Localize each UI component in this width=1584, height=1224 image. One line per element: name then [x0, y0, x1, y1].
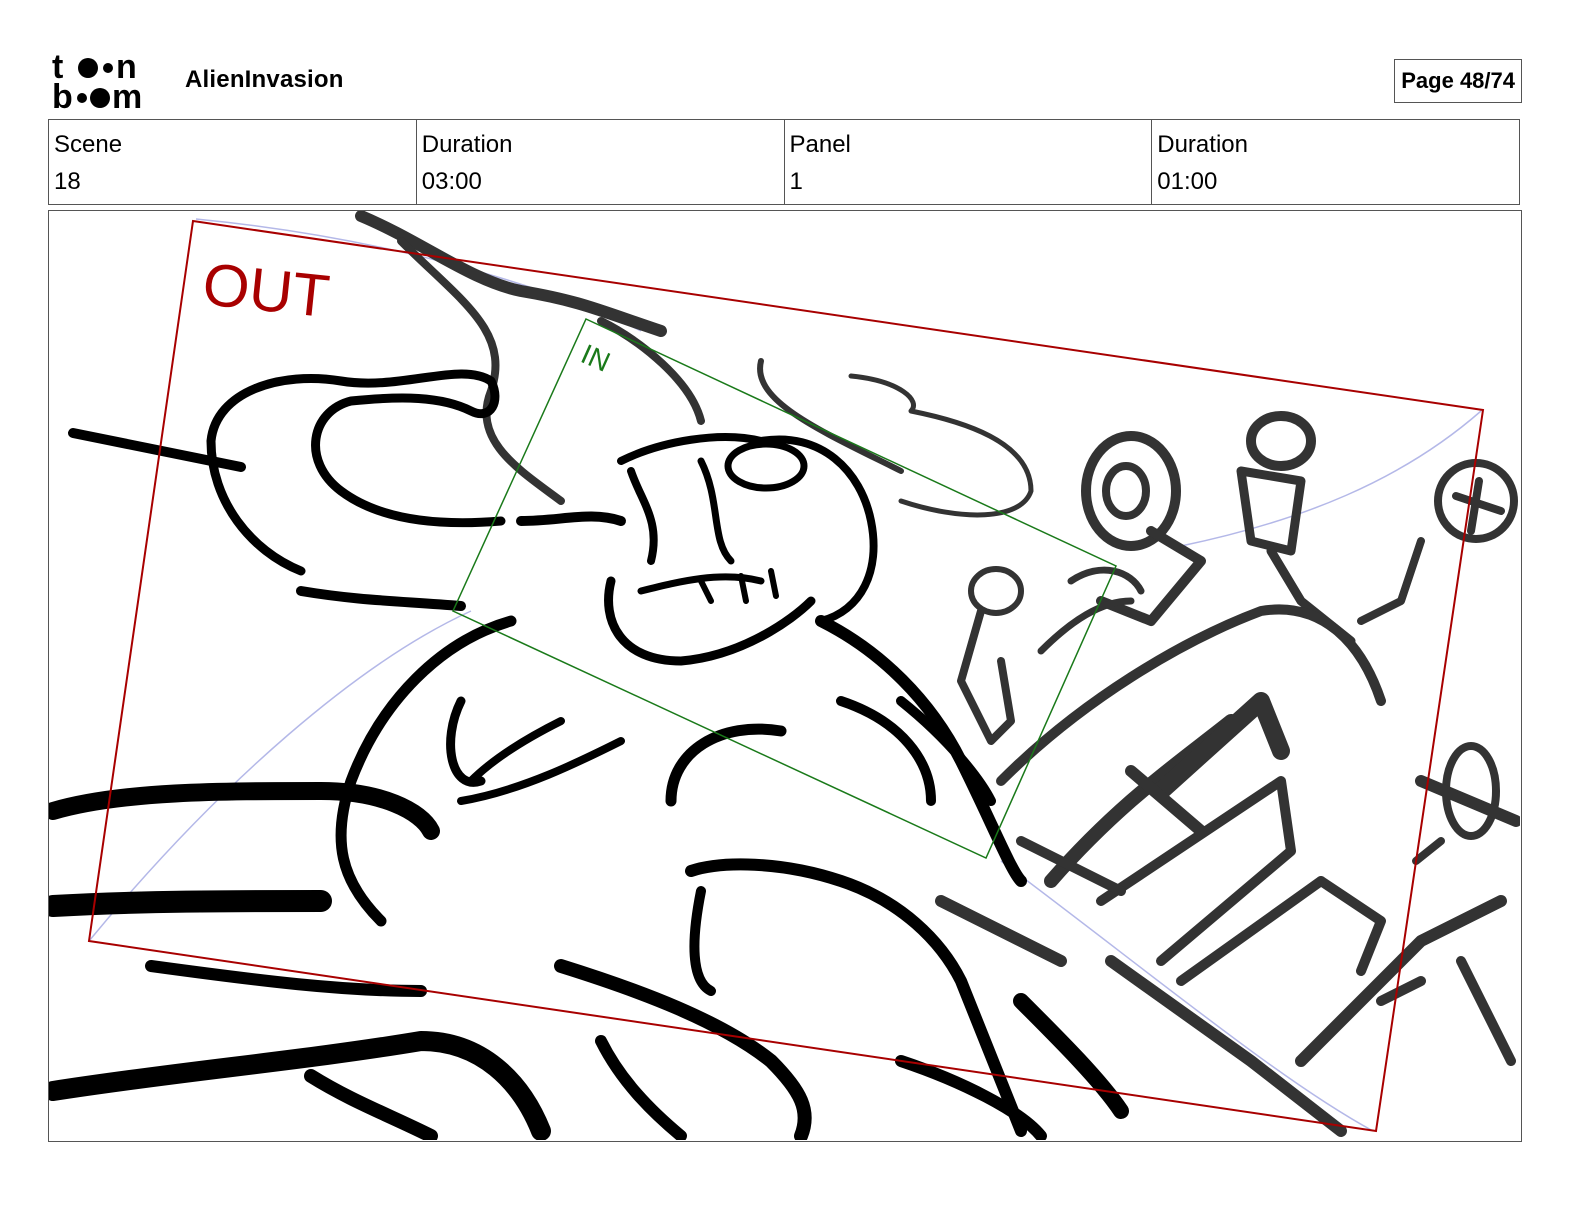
panel-sketch: IN OUT	[49, 211, 1520, 1140]
panel-duration-cell: Duration 01:00	[1152, 120, 1519, 204]
svg-text:m: m	[112, 78, 142, 110]
page-indicator: Page 48/74	[1394, 59, 1522, 103]
panel-cell: Panel 1	[785, 120, 1153, 204]
panel-duration-label: Duration	[1157, 131, 1248, 158]
foreground-sketch	[49, 369, 1129, 1140]
scene-value: 18	[54, 168, 81, 195]
header: t n b m AlienInvasion Page 48/74	[48, 48, 1522, 118]
panel-label: Panel	[789, 131, 851, 158]
out-frame	[87, 219, 1485, 1133]
out-label: OUT	[200, 250, 333, 330]
background-sketch	[355, 211, 1520, 1137]
scene-duration-label: Duration	[421, 131, 513, 158]
scene-label: Scene	[54, 131, 123, 158]
in-label: IN	[577, 338, 615, 378]
project-title: AlienInvasion	[185, 66, 344, 93]
scene-cell: Scene 18	[49, 120, 417, 204]
svg-text:b: b	[52, 78, 73, 110]
panel-duration-value: 01:00	[1157, 168, 1218, 195]
scene-duration-cell: Duration 03:00	[417, 120, 785, 204]
info-table: Scene 18 Duration 03:00 Panel 1 Duration…	[48, 119, 1520, 205]
storyboard-panel: IN OUT	[48, 210, 1522, 1142]
scene-duration-value: 03:00	[421, 168, 482, 195]
camera-guides	[88, 218, 1482, 1132]
toonboom-logo: t n b m	[52, 50, 142, 110]
panel-value: 1	[789, 168, 803, 195]
